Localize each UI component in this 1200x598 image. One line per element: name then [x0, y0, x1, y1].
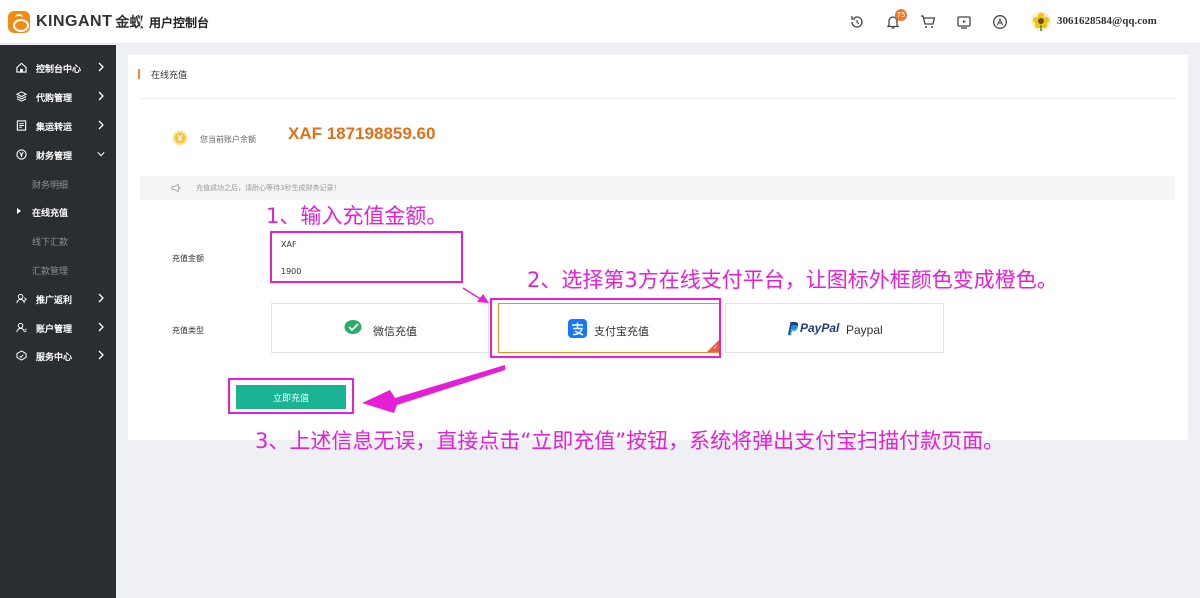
balance-label: 您当前账户余额 [200, 135, 256, 144]
paypal-logo-text: PayPal [800, 321, 840, 335]
sidebar-item-dashboard[interactable]: 控制台中心 [0, 56, 116, 80]
sidebar: 控制台中心 代购管理 集运转运 财务管理 财务明细 在线充值 线下汇款 汇款管理… [0, 45, 116, 598]
avatar[interactable] [1031, 11, 1051, 31]
annotation-step3: 3、上述信息无误，直接点击“立即充值”按钮，系统将弹出支付宝扫描付款页面。 [255, 429, 1005, 453]
user-email[interactable]: 3061628584@qq.com [1057, 15, 1157, 27]
sidebar-subitem-remittance-management[interactable]: 汇款管理 [0, 258, 116, 282]
a-circle-icon[interactable] [992, 14, 1008, 30]
chevron-right-icon [98, 120, 104, 130]
payment-type-label: 充值类型 [172, 326, 204, 335]
paypal-icon [788, 322, 798, 336]
refresh-icon[interactable] [849, 14, 865, 30]
chevron-right-icon [98, 322, 104, 332]
ant-logo-icon [8, 11, 30, 33]
brand-logo[interactable]: KINGANT 金蚁 [8, 10, 143, 34]
user-share-icon [16, 293, 27, 304]
service-icon [16, 350, 27, 361]
wechat-icon [344, 320, 362, 334]
home-icon [16, 62, 27, 73]
sidebar-subitem-finance-details[interactable]: 财务明细 [0, 172, 116, 196]
annotation-step1: 1、输入充值金额。 [266, 204, 448, 228]
sidebar-subitem-offline-remittance[interactable]: 线下汇款 [0, 229, 116, 253]
sidebar-item-finance[interactable]: 财务管理 [0, 143, 116, 167]
sidebar-item-account[interactable]: 账户管理 [0, 316, 116, 340]
notice-bar: 充值成功之后，请耐心等待3秒生成财务记录！ [140, 176, 1175, 200]
paypal-label: Paypal [846, 323, 883, 337]
annotation-box-amount [270, 231, 463, 283]
megaphone-icon [171, 183, 181, 193]
section-title: 在线充值 [151, 71, 188, 81]
amount-label: 充值金额 [172, 254, 204, 263]
sidebar-subitem-online-recharge[interactable]: 在线充值 [0, 200, 116, 224]
notification-badge: 75 [895, 9, 907, 21]
cart-icon[interactable] [920, 14, 936, 30]
annotation-box-payment [490, 298, 721, 358]
sidebar-item-referral[interactable]: 推广返利 [0, 287, 116, 311]
top-header: KINGANT 金蚁 用户控制台 75 3061628584@qq.com [0, 0, 1200, 44]
chevron-right-icon [98, 62, 104, 72]
yen-circle-icon [16, 149, 27, 160]
chevron-down-icon [97, 152, 105, 157]
monitor-icon[interactable] [956, 14, 972, 30]
sidebar-item-service[interactable]: 服务中心 [0, 344, 116, 368]
sidebar-item-purchasing[interactable]: 代购管理 [0, 85, 116, 109]
annotation-box-button [228, 378, 354, 414]
notice-text: 充值成功之后，请耐心等待3秒生成财务记录！ [196, 184, 341, 192]
active-indicator-icon [17, 208, 21, 214]
user-icon [16, 322, 27, 333]
sidebar-item-consolidation[interactable]: 集运转运 [0, 114, 116, 138]
payment-option-paypal[interactable]: PayPal Paypal [725, 303, 944, 353]
chevron-right-icon [98, 293, 104, 303]
annotation-step2: 2、选择第3方在线支付平台，让图标外框颜色变成橙色。 [527, 268, 1058, 292]
title-accent-bar [138, 69, 140, 79]
brand-name: KINGANT [36, 13, 113, 30]
layers-icon [16, 91, 27, 102]
chevron-right-icon [98, 91, 104, 101]
balance-value: XAF 187198859.60 [288, 124, 436, 143]
header-divider [140, 14, 141, 30]
chevron-right-icon [98, 350, 104, 360]
payment-option-wechat[interactable]: 微信充值 [271, 303, 489, 353]
divider [140, 98, 1176, 99]
wechat-label: 微信充值 [373, 325, 417, 338]
coin-icon [172, 130, 188, 146]
console-title: 用户控制台 [149, 16, 210, 30]
document-icon [16, 120, 27, 131]
